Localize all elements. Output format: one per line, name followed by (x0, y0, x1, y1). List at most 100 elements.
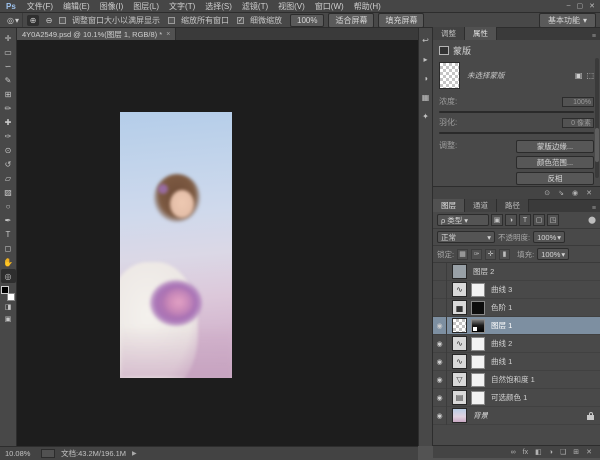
layer-row[interactable]: 图层 2 (433, 263, 600, 281)
delete-mask-icon[interactable]: ✕ (586, 189, 592, 197)
adjustments-panel-icon[interactable]: ◑ (423, 74, 428, 83)
menu-filter[interactable]: 滤镜(T) (237, 1, 273, 12)
visibility-toggle[interactable]: ◉ (433, 407, 447, 425)
new-layer-icon[interactable]: ⊞ (573, 448, 579, 456)
status-arrow-icon[interactable]: ▶ (132, 450, 137, 457)
layer-name[interactable]: 色阶 1 (491, 302, 512, 313)
invert-button[interactable]: 反相 (516, 172, 594, 185)
mask-thumbnail[interactable] (439, 62, 460, 89)
layer-name[interactable]: 曲线 3 (491, 284, 512, 295)
vibrance-adjustment-icon[interactable]: ▽ (452, 372, 467, 387)
menu-window[interactable]: 窗口(W) (310, 1, 349, 12)
layer-thumbnail[interactable] (452, 408, 467, 423)
visibility-toggle[interactable] (433, 281, 447, 299)
panel-menu-icon[interactable]: ≡ (592, 205, 600, 212)
menu-select[interactable]: 选择(S) (200, 1, 237, 12)
fill-dropdown[interactable]: 100% ▾ (537, 248, 569, 260)
curves-adjustment-icon[interactable]: ∿ (452, 282, 467, 297)
new-group-icon[interactable]: ❑ (560, 448, 566, 456)
layer-name[interactable]: 可选颜色 1 (491, 392, 527, 403)
feather-value[interactable]: 0 像素 (562, 118, 594, 128)
styles-panel-icon[interactable]: ▦ (422, 93, 430, 102)
visibility-toggle[interactable]: ◉ (433, 389, 447, 407)
opacity-dropdown[interactable]: 100% ▾ (533, 231, 565, 243)
background-color-swatch[interactable] (7, 293, 15, 301)
hand-tool[interactable]: ✋ (1, 255, 16, 269)
type-tool[interactable]: T (1, 227, 16, 241)
layer-mask-thumbnail[interactable] (471, 319, 485, 333)
layer-thumbnail[interactable] (452, 318, 467, 333)
brush-tool[interactable]: ✑ (1, 129, 16, 143)
scrubby-zoom-checkbox[interactable]: ✓ (237, 17, 244, 24)
lock-pixels-icon[interactable]: ✑ (471, 249, 482, 260)
crop-tool[interactable]: ⊞ (1, 87, 16, 101)
close-tab-icon[interactable]: × (166, 31, 170, 38)
layer-name[interactable]: 曲线 1 (491, 356, 512, 367)
density-value[interactable]: 100% (562, 97, 594, 107)
tab-channels[interactable]: 通道 (465, 199, 497, 212)
smart-object-filter-icon[interactable]: ◳ (547, 214, 559, 226)
eraser-tool[interactable]: ▱ (1, 171, 16, 185)
layer-mask-thumbnail[interactable] (471, 355, 485, 369)
panel-menu-icon[interactable]: ≡ (592, 33, 600, 40)
blur-tool[interactable]: ○ (1, 199, 16, 213)
scrollbar-thumb[interactable] (595, 128, 599, 162)
layer-name[interactable]: 背景 (473, 410, 488, 421)
shape-layers-filter-icon[interactable]: ▢ (533, 214, 545, 226)
adjustment-layers-filter-icon[interactable]: ◑ (505, 214, 517, 226)
layer-mask-thumbnail[interactable] (471, 301, 485, 315)
layer-mask-thumbnail[interactable] (471, 373, 485, 387)
spot-healing-tool[interactable]: ✚ (1, 115, 16, 129)
workspace-switcher[interactable]: 基本功能 ▾ (539, 13, 596, 28)
tab-adjustments[interactable]: 调整 (433, 27, 465, 40)
zoom-out-button[interactable]: ⊖ (43, 15, 55, 26)
type-layers-filter-icon[interactable]: T (519, 214, 531, 226)
apply-mask-icon[interactable]: ⇘ (558, 189, 564, 197)
fill-screen-button[interactable]: 填充屏幕 (378, 13, 424, 28)
layer-row[interactable]: ◉ ∿ 曲线 1 (433, 353, 600, 371)
fit-screen-button[interactable]: 适合屏幕 (328, 13, 374, 28)
curves-adjustment-icon[interactable]: ∿ (452, 354, 467, 369)
visibility-toggle[interactable]: ◉ (433, 317, 447, 335)
layer-row[interactable]: ∿ 曲线 3 (433, 281, 600, 299)
zoom-tool-preset[interactable]: ◎ ▾ (4, 13, 23, 27)
menu-layer[interactable]: 图层(L) (128, 1, 164, 12)
lock-position-icon[interactable]: ✛ (485, 249, 496, 260)
menu-image[interactable]: 图像(I) (95, 1, 129, 12)
layer-mask-thumbnail[interactable] (471, 391, 485, 405)
visibility-toggle[interactable]: ◉ (433, 353, 447, 371)
add-vector-mask-icon[interactable]: ⬚ (586, 71, 594, 80)
move-tool[interactable]: ✛ (1, 31, 16, 45)
lasso-tool[interactable]: ∽ (1, 59, 16, 73)
layer-row-selected[interactable]: ◉ 图层 1 (433, 317, 600, 335)
zoom-level-field[interactable]: 10.08% (5, 449, 35, 458)
curves-adjustment-icon[interactable]: ∿ (452, 336, 467, 351)
document-tab[interactable]: 4Y0A2549.psd @ 10.1%(图层 1, RGB/8) * × (17, 28, 176, 40)
filter-toggle-icon[interactable]: ⬤ (588, 216, 596, 224)
layer-style-icon[interactable]: fx (523, 449, 528, 456)
tab-properties[interactable]: 属性 (465, 27, 497, 40)
levels-adjustment-icon[interactable]: ▅ (452, 300, 467, 315)
lock-transparent-icon[interactable]: ▦ (457, 249, 468, 260)
layer-mask-thumbnail[interactable] (471, 283, 485, 297)
foreground-color-swatch[interactable] (1, 286, 9, 294)
gradient-tool[interactable]: ▨ (1, 185, 16, 199)
canvas-area[interactable] (17, 40, 418, 446)
add-pixel-mask-icon[interactable]: ▣ (575, 71, 583, 80)
menu-edit[interactable]: 编辑(E) (58, 1, 95, 12)
color-swatches[interactable] (1, 286, 15, 301)
layer-name[interactable]: 图层 2 (473, 266, 494, 277)
link-layers-icon[interactable]: ∞ (511, 449, 516, 456)
lock-all-icon[interactable]: ▮ (499, 249, 510, 260)
delete-layer-icon[interactable]: ✕ (586, 448, 592, 456)
enable-mask-icon[interactable]: ◉ (572, 189, 578, 197)
clone-stamp-tool[interactable]: ⊙ (1, 143, 16, 157)
mask-edge-button[interactable]: 蒙版边缘... (516, 140, 594, 153)
actions-panel-icon[interactable]: ▸ (423, 55, 427, 64)
actual-pixels-button[interactable]: 100% (290, 14, 324, 27)
zoom-tool[interactable]: ◎ (1, 269, 16, 283)
visibility-toggle[interactable]: ◉ (433, 371, 447, 389)
visibility-toggle[interactable] (433, 299, 447, 317)
visibility-toggle[interactable]: ◉ (433, 335, 447, 353)
layer-row[interactable]: ▅ 色阶 1 (433, 299, 600, 317)
